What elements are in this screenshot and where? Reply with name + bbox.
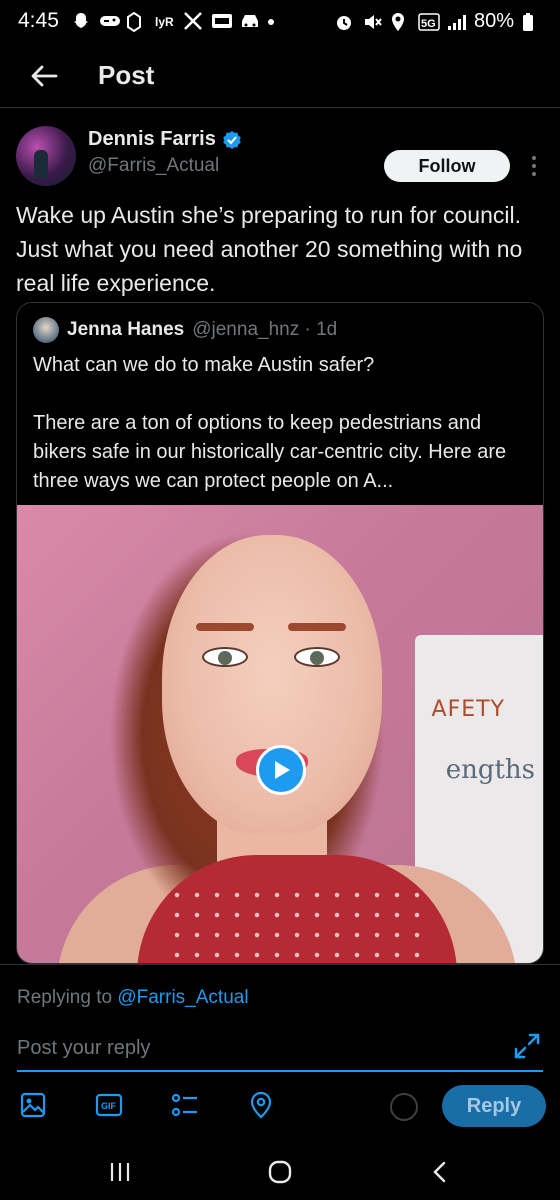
more-options-icon[interactable] (524, 152, 544, 180)
poll-icon[interactable] (169, 1089, 201, 1121)
play-button[interactable] (256, 745, 306, 795)
left-eye (202, 647, 248, 667)
right-brow (288, 623, 346, 631)
mute-icon (362, 12, 382, 30)
author-avatar[interactable] (16, 126, 76, 186)
gamepad-icon (99, 12, 120, 30)
car-icon (239, 12, 259, 30)
character-count-ring (390, 1093, 418, 1121)
author-display-name-row: Dennis Farris (88, 128, 242, 151)
alarm-icon (334, 12, 354, 30)
verified-badge-icon (222, 130, 242, 150)
post-text: Wake up Austin she’s preparing to run fo… (16, 202, 523, 296)
recent-apps-button[interactable] (90, 1152, 150, 1192)
quoted-video-thumbnail[interactable]: AFETY engths (17, 505, 543, 963)
composer-toolbar: GIF (17, 1089, 277, 1121)
author-handle: @Farris_Actual (88, 155, 220, 176)
reply-input[interactable] (17, 1031, 487, 1065)
arrow-left-icon (31, 65, 58, 86)
network-5g-icon: 5G (418, 12, 440, 31)
quoted-author-name: Jenna Hanes (67, 319, 185, 340)
replying-prefix: Replying to (17, 987, 118, 1008)
back-nav-button[interactable] (410, 1152, 470, 1192)
dot-icon (267, 12, 287, 30)
quoted-author-avatar (33, 317, 59, 343)
whiteboard-text-safety: AFETY (431, 697, 505, 722)
quoted-author-meta: @jenna_hnz · 1d (192, 319, 338, 340)
left-brow (196, 623, 254, 631)
location-status-icon (390, 12, 410, 31)
vpn-icon (126, 11, 147, 33)
expand-composer-icon[interactable] (512, 1031, 542, 1061)
quoted-post-text: What can we do to make Austin safer? The… (33, 354, 507, 492)
whiteboard-text-lengths: engths (445, 755, 535, 785)
post-author-row: Dennis Farris @Farris_Actual Follow (16, 126, 544, 186)
quoted-post[interactable]: Jenna Hanes @jenna_hnz · 1d What can we … (16, 302, 544, 964)
gif-icon[interactable]: GIF (93, 1089, 125, 1121)
right-eye (294, 647, 340, 667)
replying-to-mention[interactable]: @Farris_Actual (117, 987, 248, 1008)
home-button[interactable] (250, 1152, 310, 1192)
replying-to-line: Replying to @Farris_Actual (17, 987, 249, 1009)
reply-composer: Replying to @Farris_Actual GIF Reply (0, 964, 560, 1144)
composer-underline (17, 1070, 543, 1072)
svg-text:5G: 5G (421, 18, 436, 30)
status-bar-right: 5G 80% (334, 10, 542, 33)
lyft-icon: lyR (155, 12, 175, 30)
status-time: 4:45 (18, 9, 59, 32)
battery-icon (522, 12, 542, 31)
author-names[interactable]: Dennis Farris @Farris_Actual (88, 128, 242, 177)
battery-level: 80% (473, 9, 514, 32)
svg-text:GIF: GIF (101, 1101, 117, 1111)
recents-icon (110, 1163, 130, 1181)
chevron-left-icon (433, 1161, 446, 1183)
location-icon[interactable] (245, 1089, 277, 1121)
follow-button[interactable]: Follow (384, 150, 510, 182)
system-nav-bar (0, 1144, 560, 1200)
reply-button[interactable]: Reply (442, 1085, 546, 1127)
back-button[interactable] (14, 46, 74, 106)
page-title: Post (98, 60, 155, 90)
video-subject-dress-pattern (167, 885, 427, 963)
play-icon (275, 761, 290, 779)
home-icon (268, 1160, 292, 1184)
image-icon[interactable] (17, 1089, 49, 1121)
signal-icon (446, 12, 466, 30)
author-display-name: Dennis Farris (88, 128, 216, 150)
ride-app-icon (211, 12, 232, 30)
status-bar-left: 4:45 lyR (18, 9, 287, 33)
status-bar: 4:45 lyR 5G 80% (0, 0, 560, 42)
top-app-bar: Post (0, 44, 560, 108)
quoted-post-header: Jenna Hanes @jenna_hnz · 1d (33, 317, 337, 343)
svg-text:lyR: lyR (155, 15, 174, 29)
snapchat-icon (71, 12, 91, 30)
x-app-icon (183, 12, 203, 30)
